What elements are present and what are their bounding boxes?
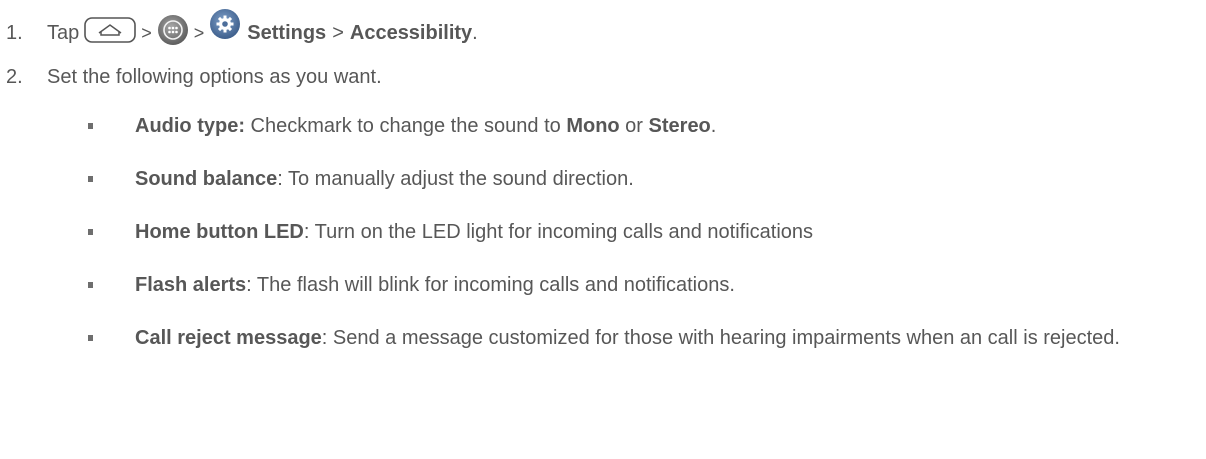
step-1: 1. Tap > > Settings > Accessibility . xyxy=(6,9,478,53)
option-name: Home button LED xyxy=(135,221,304,243)
bullet-icon xyxy=(88,176,93,182)
bullet-icon xyxy=(88,229,93,235)
bullet-icon xyxy=(88,282,93,288)
option-end: . xyxy=(710,115,717,137)
list-item-text: Call reject message: Send a message cust… xyxy=(135,323,1195,354)
step-end-period: . xyxy=(472,21,478,44)
settings-label: Settings xyxy=(247,21,327,44)
list-item-text: Audio type: Checkmark to change the soun… xyxy=(135,111,1195,142)
list-item-text: Flash alerts: The flash will blink for i… xyxy=(135,270,1195,301)
option-desc: : The flash will blink for incoming call… xyxy=(246,274,735,296)
apps-icon xyxy=(157,14,189,52)
step-text: Set the following options as you want. xyxy=(47,65,382,88)
step-number: 1. xyxy=(6,21,23,44)
step-number: 2. xyxy=(6,65,23,88)
separator: > xyxy=(193,22,205,43)
option-name: Flash alerts xyxy=(135,274,247,296)
list-item-text: Sound balance: To manually adjust the so… xyxy=(135,164,1195,195)
home-key-icon xyxy=(84,17,137,49)
option-desc: : To manually adjust the sound direction… xyxy=(277,168,634,190)
settings-icon xyxy=(209,8,241,46)
option-desc: Checkmark to change the sound to xyxy=(245,115,567,137)
separator: > xyxy=(332,21,344,44)
accessibility-label: Accessibility xyxy=(349,21,473,44)
bullet-icon xyxy=(88,123,93,129)
step-text-tap: Tap xyxy=(47,21,80,44)
bullet-icon xyxy=(88,335,93,341)
step-2: 2. Set the following options as you want… xyxy=(6,62,382,92)
option-or: or xyxy=(619,115,649,137)
separator: > xyxy=(141,22,152,43)
option-name: Sound balance xyxy=(135,168,278,190)
option-desc: : Turn on the LED light for incoming cal… xyxy=(303,221,814,243)
option-name: Audio type: xyxy=(135,115,245,137)
option-name: Call reject message xyxy=(135,327,322,349)
option-desc: : Send a message customized for those wi… xyxy=(321,327,1120,349)
option-stereo: Stereo xyxy=(648,115,711,137)
option-mono: Mono xyxy=(566,115,620,137)
list-item-text: Home button LED: Turn on the LED light f… xyxy=(135,217,1195,248)
